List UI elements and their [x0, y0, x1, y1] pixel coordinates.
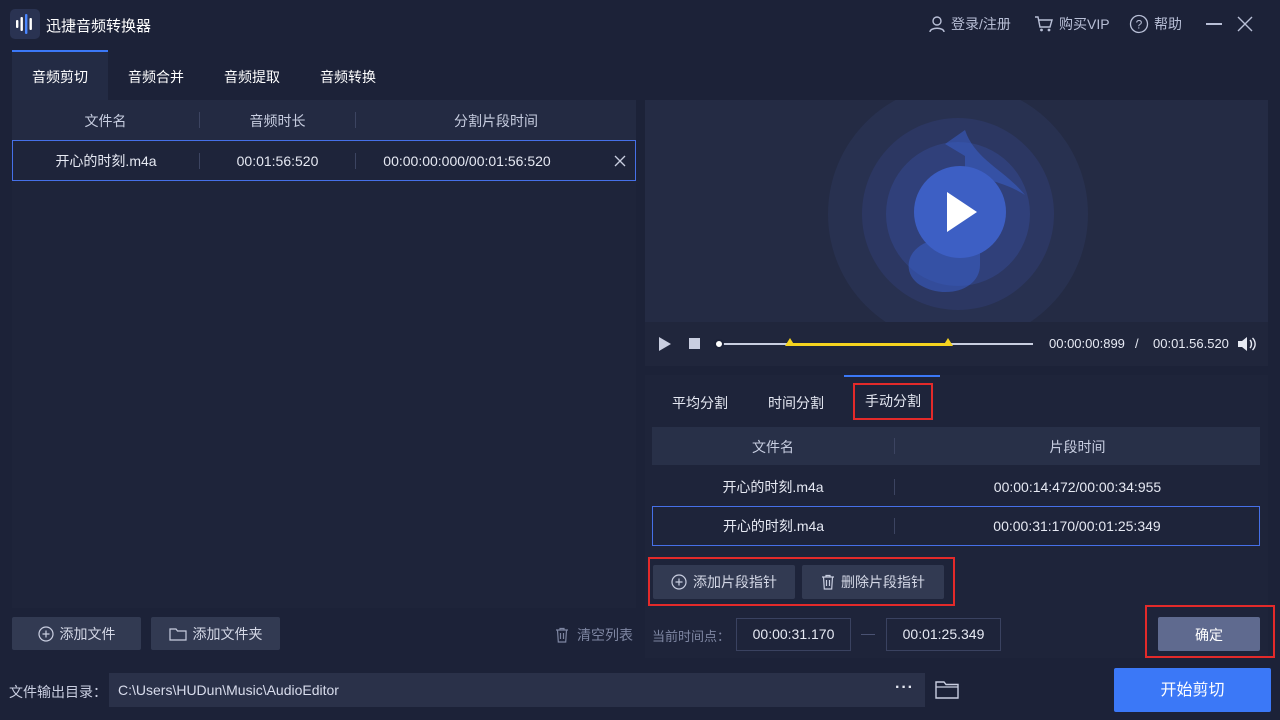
column-header-filename: 文件名: [84, 113, 127, 129]
time-separator: /: [1135, 336, 1139, 351]
segment-row-selected[interactable]: 开心的时刻.m4a 00:00:31:170/00:01:25:349: [652, 506, 1260, 546]
close-icon: [614, 155, 626, 167]
progress-track[interactable]: [714, 338, 1033, 349]
delete-pointer-button[interactable]: 删除片段指针: [802, 565, 944, 599]
playhead-handle[interactable]: [714, 339, 724, 349]
add-folder-button[interactable]: 添加文件夹: [151, 617, 280, 650]
tab-audio-merge[interactable]: 音频合并: [108, 50, 204, 100]
column-header-duration: 音频时长: [249, 113, 306, 129]
start-cut-button[interactable]: 开始剪切: [1114, 668, 1271, 712]
trash-icon: [556, 627, 568, 643]
tab-audio-convert[interactable]: 音频转换: [300, 50, 396, 100]
segment-filename: 开心的时刻.m4a: [722, 518, 825, 534]
stop-button[interactable]: [689, 338, 700, 349]
main-tabs: 音频剪切 音频合并 音频提取 音频转换: [12, 50, 1268, 100]
buy-vip-label: 购买VIP: [1059, 16, 1110, 32]
tab-time-split[interactable]: 时间分割: [758, 388, 834, 418]
help-label: 帮助: [1154, 16, 1182, 32]
folder-icon: [168, 627, 187, 641]
current-time: 00:00:00:899: [1049, 336, 1125, 351]
marker-triangle-icon: [785, 338, 796, 346]
range-dash: [861, 634, 875, 635]
confirm-button[interactable]: 确定: [1158, 617, 1260, 651]
svg-text:?: ?: [1136, 18, 1143, 32]
segment-time: 00:00:14:472/00:00:34:955: [993, 479, 1162, 495]
buy-vip-button[interactable]: 购买VIP: [1034, 14, 1110, 34]
add-pointer-button[interactable]: 添加片段指针: [653, 565, 795, 599]
folder-icon: [935, 681, 959, 699]
column-header-filename: 文件名: [752, 439, 794, 455]
delete-pointer-label: 删除片段指针: [841, 574, 925, 590]
segment-range: [790, 342, 948, 346]
current-point-label: 当前时间点：: [652, 629, 731, 644]
output-path-text: C:\Users\HUDun\Music\AudioEditor: [118, 682, 339, 698]
add-file-button[interactable]: 添加文件: [12, 617, 141, 650]
segment-table-header: 文件名 片段时间: [652, 427, 1260, 465]
close-icon: [1237, 16, 1253, 32]
table-row[interactable]: 开心的时刻.m4a 00:01:56:520 00:00:00:000/00:0…: [12, 140, 636, 181]
title-bar: 迅捷音频转换器 登录/注册 购买VIP ? 帮助: [0, 0, 1280, 50]
row-segment-time: 00:00:00:000/00:01:56:520: [383, 153, 551, 169]
tab-average-split[interactable]: 平均分割: [662, 388, 738, 418]
remove-row-button[interactable]: [614, 154, 626, 170]
marker-triangle-icon: [942, 338, 953, 346]
tab-audio-extract[interactable]: 音频提取: [204, 50, 300, 100]
player-bar: 00:00:00:899 / 00:01.56.520: [645, 322, 1268, 366]
trash-icon: [822, 574, 834, 590]
help-button[interactable]: ? 帮助: [1129, 14, 1182, 34]
row-duration: 00:01:56:520: [236, 153, 319, 169]
user-icon: [929, 16, 945, 33]
plus-circle-icon: [671, 574, 687, 590]
cart-icon: [1035, 16, 1053, 32]
output-bar: 文件输出目录： C:\Users\HUDun\Music\AudioEditor…: [0, 668, 1280, 720]
plus-circle-icon: [37, 625, 54, 642]
login-button[interactable]: 登录/注册: [928, 14, 1011, 34]
add-folder-label: 添加文件夹: [192, 625, 263, 642]
help-icon: ?: [1129, 14, 1149, 34]
minimize-button[interactable]: [1206, 23, 1222, 25]
column-header-segment-time: 片段时间: [1049, 439, 1106, 455]
tab-manual-split[interactable]: 手动分割: [853, 383, 933, 420]
segment-time: 00:00:31:170/00:01:25:349: [993, 518, 1161, 534]
end-time-input[interactable]: 00:01:25.349: [886, 618, 1001, 651]
column-header-segment: 分割片段时间: [454, 113, 538, 129]
app-title: 迅捷音频转换器: [46, 18, 152, 35]
play-preview-button[interactable]: [915, 167, 1007, 259]
file-table-header: 文件名 音频时长 分割片段时间: [12, 100, 636, 140]
open-folder-button[interactable]: [935, 679, 959, 702]
file-list-panel: 文件名 音频时长 分割片段时间 开心的时刻.m4a 00:01:56:520 0…: [12, 100, 636, 608]
add-pointer-label: 添加片段指针: [693, 574, 777, 590]
start-time-input[interactable]: 00:00:31.170: [736, 618, 851, 651]
tab-audio-cut[interactable]: 音频剪切: [12, 50, 108, 100]
segment-filename: 开心的时刻.m4a: [722, 479, 824, 495]
active-tab-indicator: [844, 375, 940, 377]
app-logo-icon: [10, 9, 40, 39]
play-icon: [659, 337, 671, 351]
add-file-label: 添加文件: [59, 625, 116, 642]
clear-list-button[interactable]: 清空列表: [555, 625, 633, 645]
segment-row[interactable]: 开心的时刻.m4a 00:00:14:472/00:00:34:955: [652, 467, 1260, 507]
row-filename: 开心的时刻.m4a: [55, 153, 157, 169]
output-dir-label: 文件输出目录：: [9, 684, 107, 700]
clear-list-label: 清空列表: [577, 627, 633, 643]
total-time: 00:01.56.520: [1153, 336, 1229, 351]
browse-more-button[interactable]: ···: [895, 679, 914, 697]
volume-button[interactable]: [1237, 335, 1257, 356]
play-button[interactable]: [658, 336, 672, 355]
volume-icon: [1238, 337, 1256, 351]
audio-preview: [645, 100, 1268, 322]
login-label: 登录/注册: [951, 16, 1011, 32]
close-button[interactable]: [1236, 15, 1254, 36]
output-path-field[interactable]: C:\Users\HUDun\Music\AudioEditor ···: [109, 673, 925, 707]
